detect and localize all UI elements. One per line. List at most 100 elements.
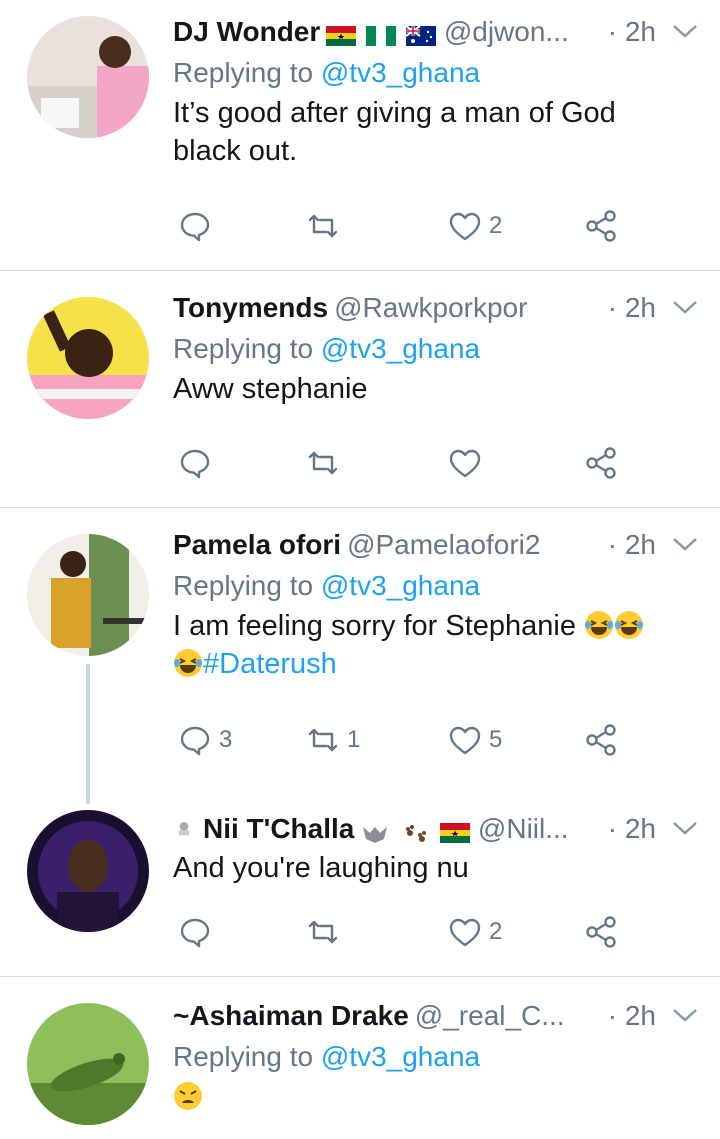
display-name[interactable]: Tonymends <box>173 292 328 323</box>
nigeria-flag-icon <box>366 25 397 46</box>
tweet[interactable]: Pamela ofori @Pamelaofori2 · 2h Replying … <box>0 508 720 804</box>
heart-icon <box>449 449 481 478</box>
retweet-icon <box>308 728 338 752</box>
tweet-actions: 3 1 5 <box>173 720 673 760</box>
tweet-text <box>173 1078 700 1116</box>
share-icon <box>586 724 616 756</box>
timestamp[interactable]: · 2h <box>601 527 656 563</box>
wolf-emoji-icon <box>363 826 388 843</box>
chevron-down-icon[interactable] <box>670 20 700 42</box>
like-count: 2 <box>489 212 503 239</box>
share-icon <box>586 916 616 948</box>
tweet-actions: 2 <box>173 912 673 952</box>
display-name[interactable]: ~Ashaiman Drake <box>173 1000 409 1031</box>
timeline-feed: DJ Wonder @djwon... · 2h Replying to @tv… <box>0 0 720 1139</box>
reply-icon <box>180 726 210 756</box>
heart-icon <box>449 212 481 241</box>
reply-icon <box>180 918 210 948</box>
retweet-icon <box>308 451 338 475</box>
tweet-header: Tonymends @Rawkporkpor · 2h <box>173 290 700 326</box>
hashtag-link[interactable]: #Daterush <box>203 648 337 680</box>
ghana-flag-icon <box>326 25 357 46</box>
tweet-actions: 2 <box>173 206 673 246</box>
tweet[interactable]: ~Ashaiman Drake @_real_C... · 2h Replying… <box>0 977 720 1139</box>
avatar[interactable] <box>27 16 149 138</box>
share-button[interactable] <box>583 443 619 483</box>
share-icon <box>586 210 616 242</box>
share-button[interactable] <box>583 206 619 246</box>
paw-prints-icon <box>406 824 427 842</box>
reply-icon <box>180 449 210 479</box>
share-icon <box>586 447 616 479</box>
thread-connector <box>86 664 90 804</box>
username[interactable]: @Rawkporkpor <box>334 292 527 323</box>
tweet-text: I am feeling sorry for Stephanie <box>173 610 576 642</box>
like-button[interactable]: 2 <box>447 206 502 246</box>
reply-button[interactable]: 3 <box>177 720 232 760</box>
avatar[interactable] <box>27 810 149 932</box>
tweet[interactable]: Nii T'Challa @Niil... · 2h And you're la… <box>0 790 720 976</box>
retweet-icon <box>308 920 338 944</box>
mention-link[interactable]: @tv3_ghana <box>321 570 480 601</box>
display-name[interactable]: Nii T'Challa <box>203 813 354 844</box>
tweet[interactable]: Tonymends @Rawkporkpor · 2h Replying to @… <box>0 271 720 507</box>
reply-count: 3 <box>219 726 233 753</box>
replying-to: Replying to @tv3_ghana <box>173 570 481 601</box>
replying-to: Replying to @tv3_ghana <box>173 1041 481 1072</box>
tweet-header: DJ Wonder @djwon... · 2h <box>173 14 700 50</box>
mention-link[interactable]: @tv3_ghana <box>321 57 480 88</box>
avatar[interactable] <box>27 1003 149 1125</box>
retweet-button[interactable] <box>305 206 347 246</box>
share-button[interactable] <box>583 912 619 952</box>
reply-button[interactable] <box>177 443 219 483</box>
australia-flag-icon <box>405 25 436 46</box>
tweet[interactable]: DJ Wonder @djwon... · 2h Replying to @tv… <box>0 0 720 270</box>
avatar[interactable] <box>27 297 149 419</box>
timestamp[interactable]: · 2h <box>601 290 656 326</box>
replying-to: Replying to @tv3_ghana <box>173 57 481 88</box>
tweet-header: Nii T'Challa @Niil... · 2h <box>173 811 700 847</box>
retweet-button[interactable] <box>305 912 347 952</box>
timestamp[interactable]: · 2h <box>601 811 656 847</box>
retweet-icon <box>308 214 338 238</box>
timestamp[interactable]: · 2h <box>601 998 656 1034</box>
flag-emojis <box>326 16 438 50</box>
retweet-count: 1 <box>347 726 361 753</box>
like-button[interactable] <box>447 443 489 483</box>
display-name[interactable]: DJ Wonder <box>173 16 320 47</box>
tweet-text-container: I am feeling sorry for Stephanie #Dateru… <box>173 607 700 683</box>
mention-link[interactable]: @tv3_ghana <box>321 1041 480 1072</box>
chevron-down-icon[interactable] <box>670 817 700 839</box>
reply-icon <box>180 212 210 242</box>
reply-button[interactable] <box>177 912 219 952</box>
tweet-text: Aww stephanie <box>173 373 368 405</box>
retweet-button[interactable]: 1 <box>305 720 360 760</box>
like-button[interactable]: 5 <box>447 720 502 760</box>
tweet-text: It’s good after giving a man of God blac… <box>173 97 616 167</box>
avatar[interactable] <box>27 534 149 656</box>
tweet-actions <box>173 443 673 483</box>
username[interactable]: @_real_C... <box>415 1000 565 1031</box>
weary-face-emoji-icon <box>174 1082 202 1110</box>
chevron-down-icon[interactable] <box>670 1004 700 1026</box>
heart-icon <box>449 726 481 755</box>
tweet-text: And you're laughing nu <box>173 852 469 884</box>
heart-icon <box>449 918 481 947</box>
tweet-header: Pamela ofori @Pamelaofori2 · 2h <box>173 527 700 563</box>
replying-to: Replying to @tv3_ghana <box>173 333 481 364</box>
display-name[interactable]: Pamela ofori <box>173 529 341 560</box>
person-emoji-icon <box>178 822 190 836</box>
laughing-emoji-icon <box>615 611 644 639</box>
reply-button[interactable] <box>177 206 219 246</box>
username[interactable]: @djwon... <box>444 16 569 47</box>
ghana-flag-icon <box>439 822 470 843</box>
chevron-down-icon[interactable] <box>670 296 700 318</box>
retweet-button[interactable] <box>305 443 347 483</box>
username[interactable]: @Niil... <box>478 813 569 844</box>
timestamp[interactable]: · 2h <box>601 14 656 50</box>
mention-link[interactable]: @tv3_ghana <box>321 333 480 364</box>
username[interactable]: @Pamelaofori2 <box>347 529 540 560</box>
chevron-down-icon[interactable] <box>670 533 700 555</box>
like-button[interactable]: 2 <box>447 912 502 952</box>
share-button[interactable] <box>583 720 619 760</box>
